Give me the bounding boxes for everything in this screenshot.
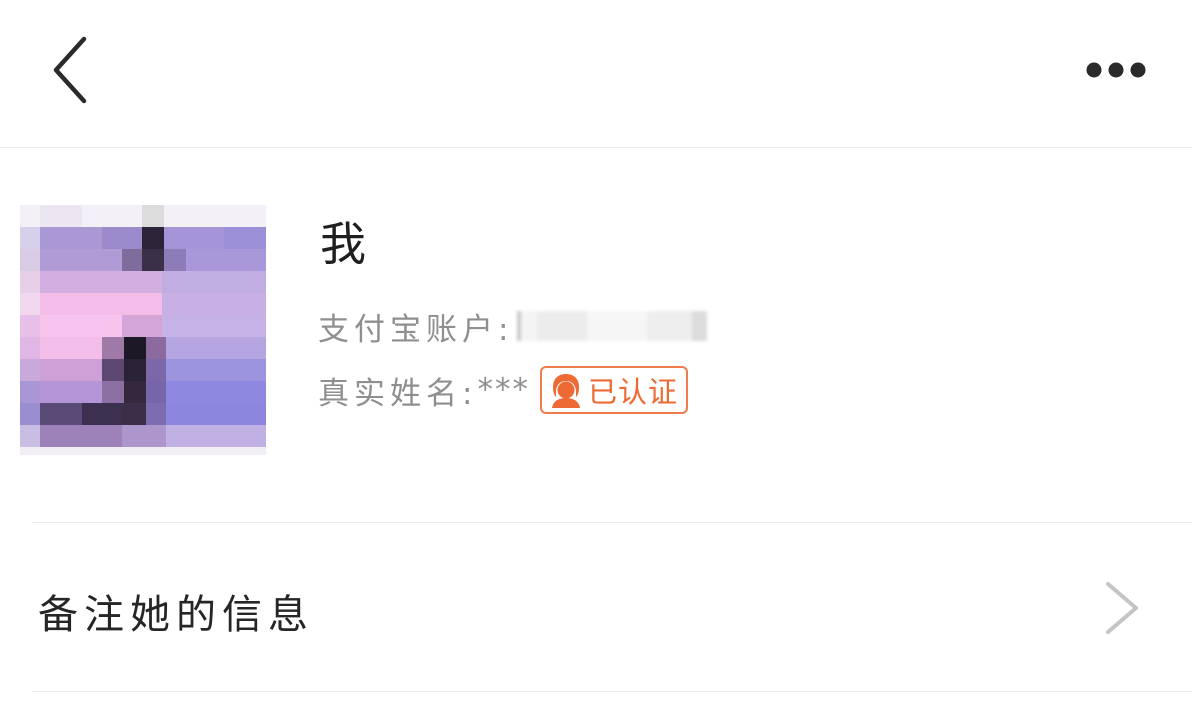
nav-bar xyxy=(0,0,1192,148)
chevron-left-icon xyxy=(53,36,87,104)
account-value-masked xyxy=(517,311,708,341)
realname-row: 真实姓名: *** 已认证 xyxy=(318,364,688,416)
avatar[interactable] xyxy=(20,205,266,455)
realname-label: 真实姓名: xyxy=(318,375,478,412)
divider xyxy=(32,522,1192,523)
remark-label: 备注她的信息 xyxy=(38,592,314,638)
realname-value: *** xyxy=(477,372,530,408)
back-button[interactable] xyxy=(40,30,100,110)
divider xyxy=(32,691,1192,692)
verified-label: 已认证 xyxy=(587,375,678,409)
account-row: 支付宝账户: xyxy=(318,304,708,348)
remark-info-row[interactable]: 备注她的信息 xyxy=(0,524,1192,692)
profile-page: 我 支付宝账户: 真实姓名: *** 已认证 备注她的信息 xyxy=(0,0,1192,722)
verified-badge[interactable]: 已认证 xyxy=(539,366,688,414)
more-dots-icon xyxy=(1086,62,1146,78)
chevron-right-icon xyxy=(1106,582,1138,634)
account-label: 支付宝账户: xyxy=(318,311,514,348)
verified-person-icon xyxy=(551,374,580,408)
user-name: 我 xyxy=(320,217,366,271)
more-button[interactable] xyxy=(1076,48,1156,92)
